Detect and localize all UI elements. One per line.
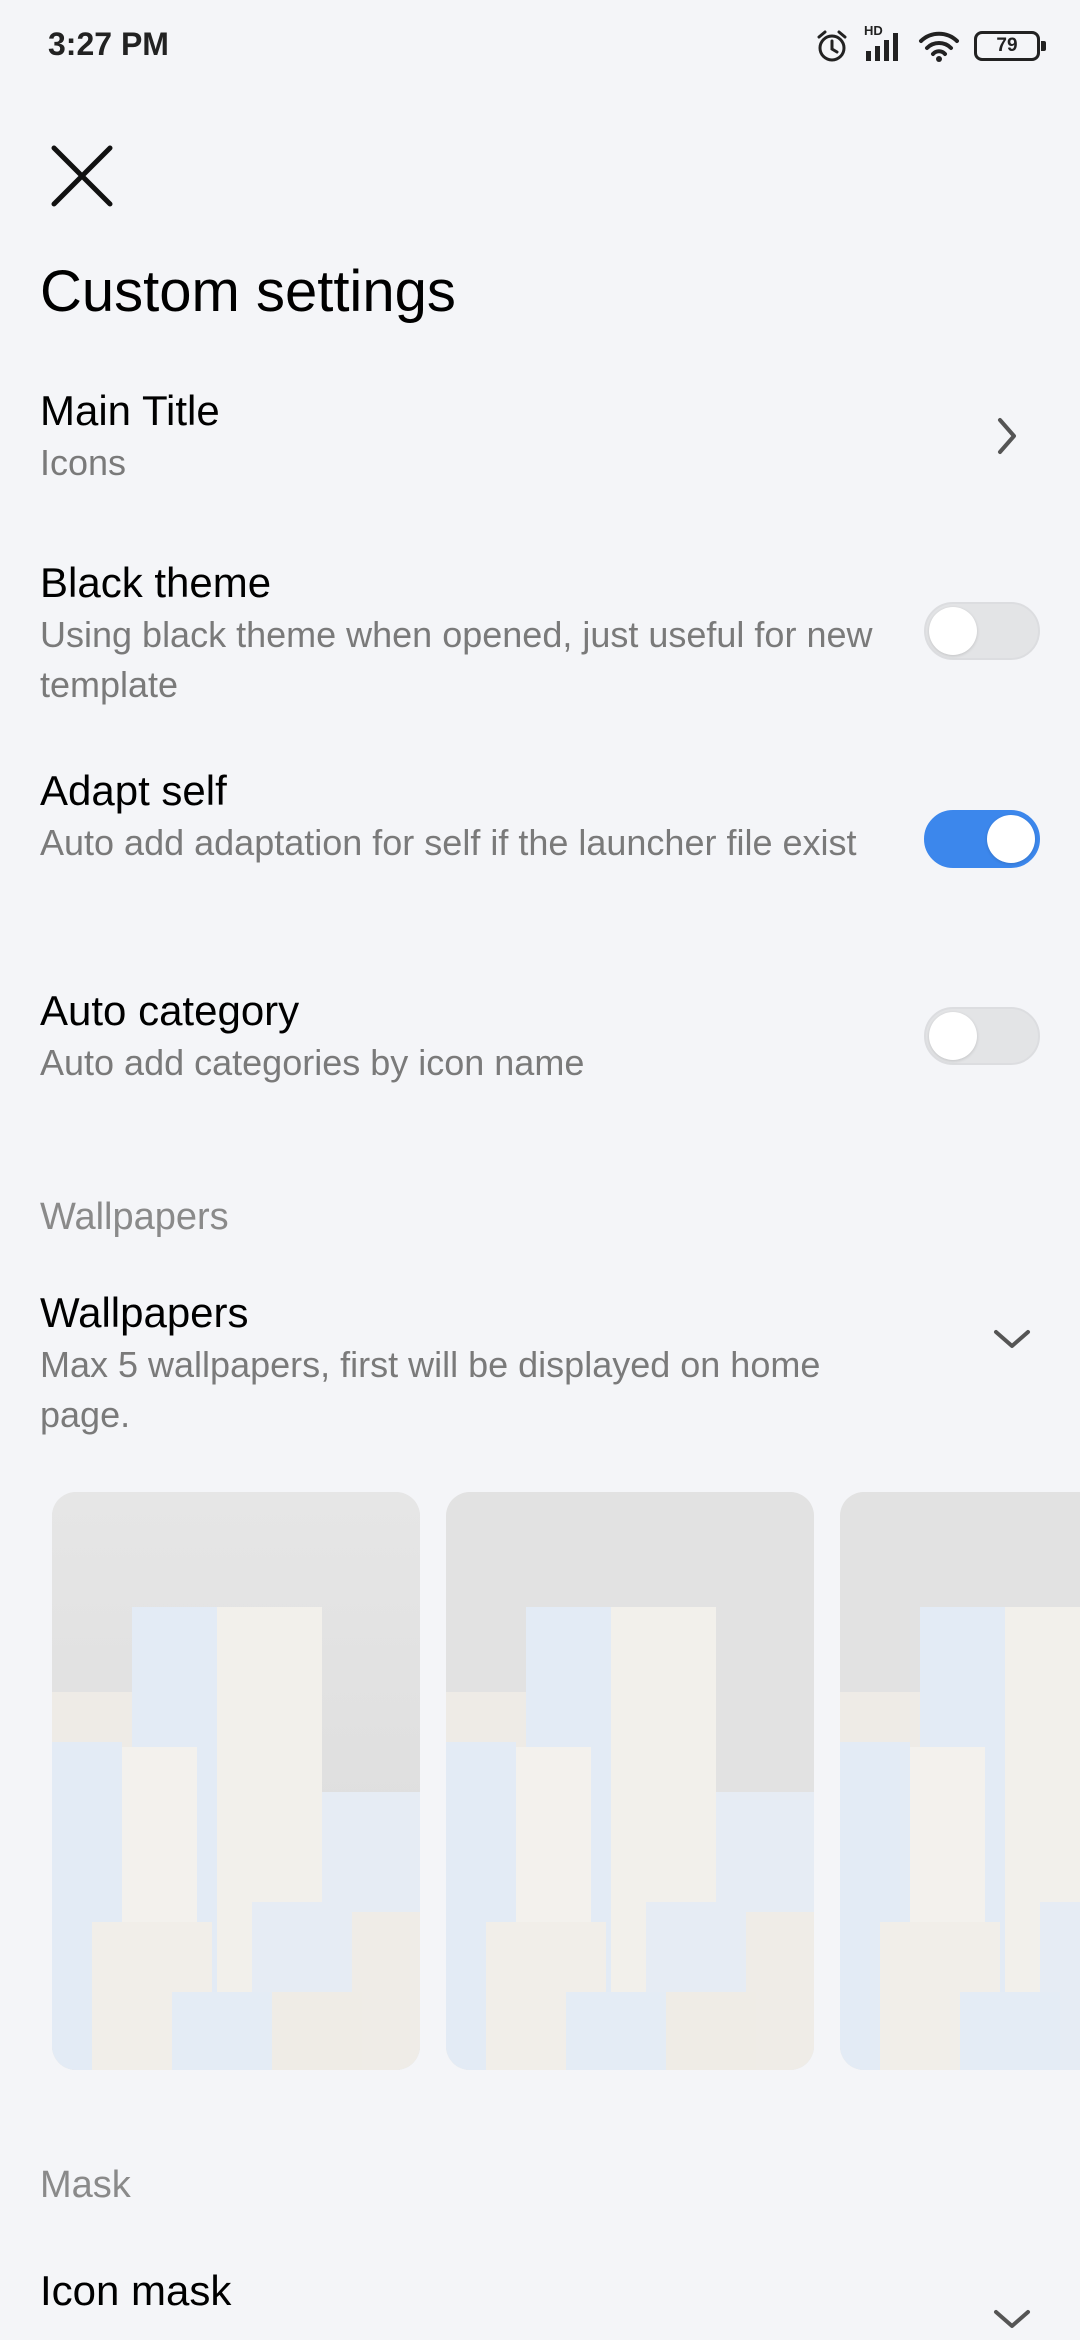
chevron-down-icon (994, 1330, 1030, 1348)
wallpapers-description: Max 5 wallpapers, first will be displaye… (40, 1344, 821, 1435)
wallpaper-thumbnail[interactable] (52, 1492, 420, 2070)
status-time: 3:27 PM (48, 26, 169, 62)
black-theme-toggle[interactable] (924, 602, 1040, 660)
wallpaper-image (446, 1492, 814, 2070)
wallpapers-setting[interactable]: Wallpapers Max 5 wallpapers, first will … (40, 1286, 1080, 1446)
toggle-knob (929, 607, 977, 655)
network-type-label: HD (864, 23, 883, 38)
main-title-setting[interactable]: Main Title Icons (40, 384, 1080, 494)
main-title-label: Main Title (40, 387, 220, 434)
toggle-knob (929, 1012, 977, 1060)
auto-category-description: Auto add categories by icon name (40, 1042, 585, 1083)
battery-level: 79 (996, 35, 1018, 56)
wifi-icon (918, 29, 960, 63)
adapt-self-description: Auto add adaptation for self if the laun… (40, 822, 857, 863)
adapt-self-label: Adapt self (40, 767, 227, 814)
wallpaper-carousel[interactable] (0, 1492, 1080, 2072)
adapt-self-toggle[interactable] (924, 810, 1040, 868)
wallpaper-image (52, 1492, 420, 2070)
battery-icon: 79 (974, 31, 1046, 61)
chevron-right-icon (998, 418, 1016, 454)
close-button[interactable] (44, 138, 120, 214)
signal-icon: HD (864, 23, 904, 63)
page-title: Custom settings (40, 259, 456, 324)
wallpaper-thumbnail[interactable] (840, 1492, 1080, 2070)
chevron-down-icon (994, 2310, 1030, 2328)
black-theme-setting: Black theme Using black theme when opene… (40, 556, 1080, 716)
adapt-self-setting: Adapt self Auto add adaptation for self … (40, 764, 1080, 924)
wallpapers-label: Wallpapers (40, 1289, 249, 1336)
auto-category-setting: Auto category Auto add categories by ico… (40, 984, 1080, 1094)
alarm-icon (814, 28, 850, 64)
status-icons: HD 79 (814, 23, 1046, 68)
status-bar: 3:27 PM HD 79 (0, 0, 1080, 92)
wallpaper-image (840, 1492, 1080, 2070)
close-icon (51, 145, 113, 207)
black-theme-description: Using black theme when opened, just usef… (40, 614, 873, 705)
black-theme-label: Black theme (40, 559, 272, 606)
wallpaper-thumbnail[interactable] (446, 1492, 814, 2070)
toggle-knob (987, 815, 1035, 863)
main-title-value: Icons (40, 442, 127, 483)
section-header-wallpapers: Wallpapers (40, 1196, 229, 1238)
section-header-mask: Mask (40, 2164, 131, 2206)
auto-category-toggle[interactable] (924, 1007, 1040, 1065)
icon-mask-setting[interactable]: Icon mask (40, 2264, 1080, 2340)
icon-mask-label: Icon mask (40, 2267, 232, 2314)
